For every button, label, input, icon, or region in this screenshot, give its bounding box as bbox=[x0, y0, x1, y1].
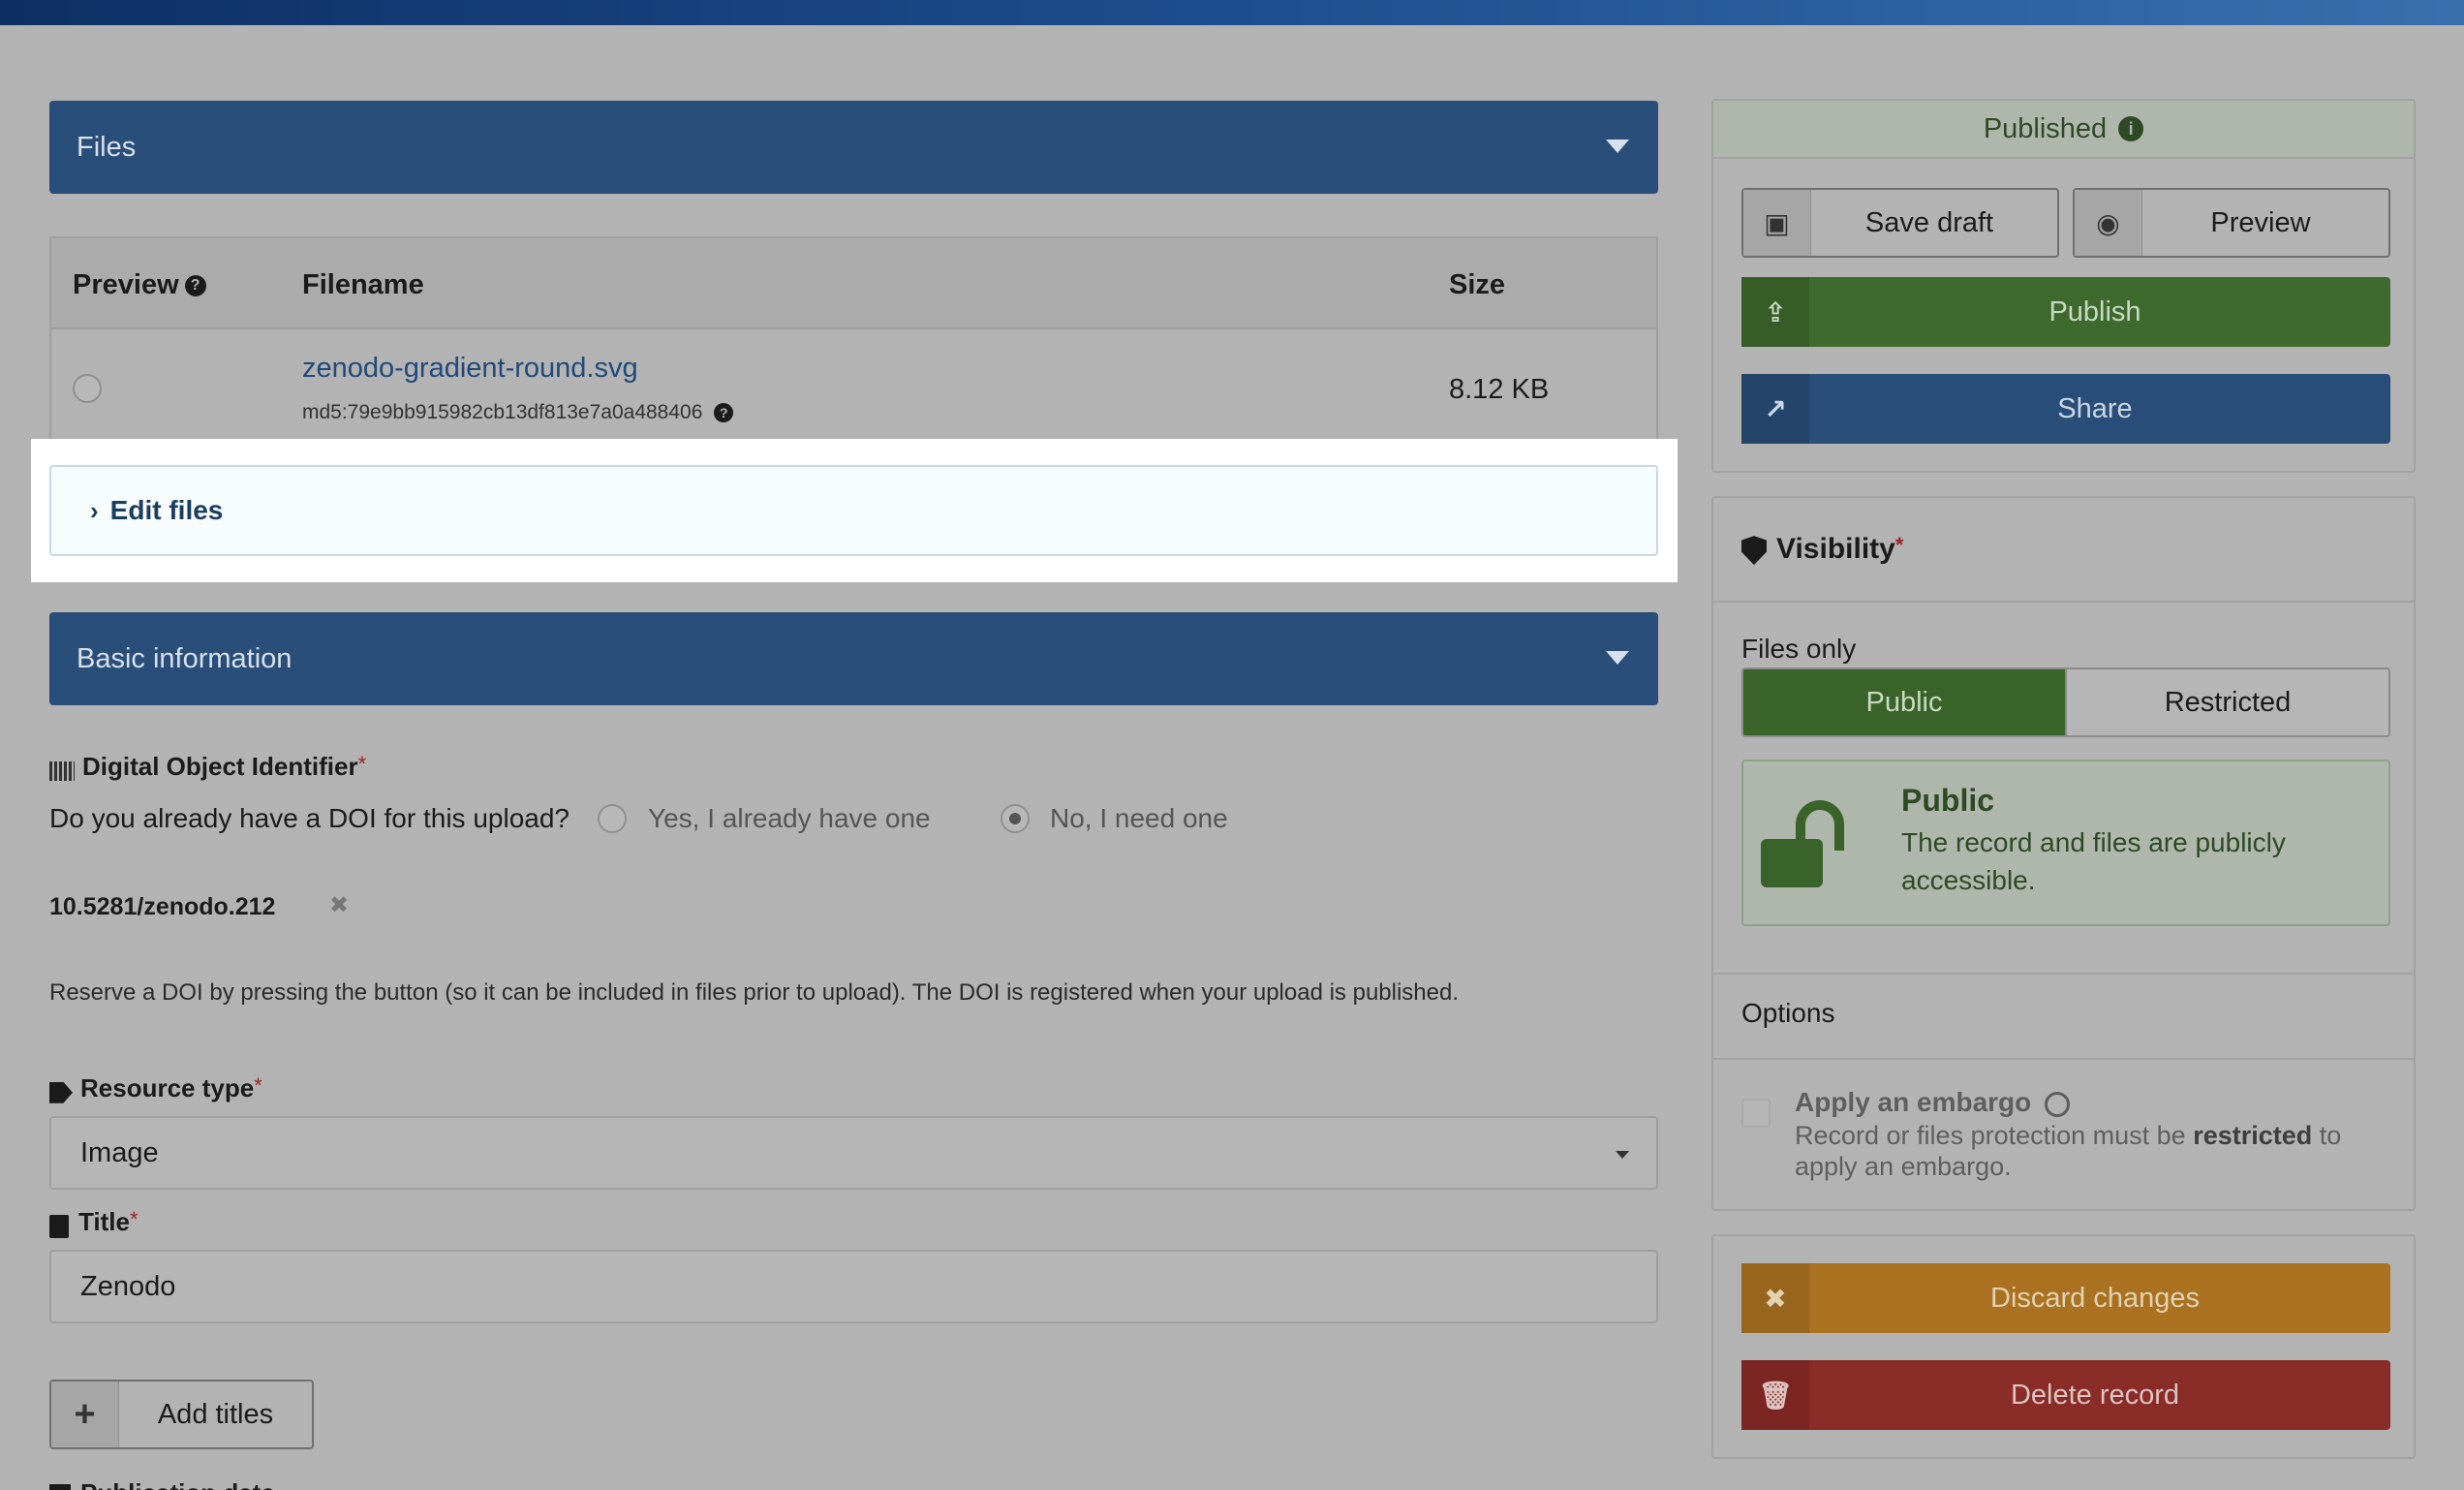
resource-type-select[interactable]: Image bbox=[49, 1116, 1658, 1190]
resource-type-value: Image bbox=[80, 1136, 159, 1168]
divider bbox=[1713, 601, 2414, 603]
embargo-title: Apply an embargo bbox=[1795, 1087, 2071, 1118]
title-label: Title* bbox=[49, 1207, 139, 1238]
embargo-description: Record or files protection must be restr… bbox=[1795, 1121, 2342, 1181]
preview-label: Preview bbox=[2210, 206, 2311, 238]
publish-button[interactable]: ⇪ Publish bbox=[1741, 277, 2390, 347]
options-label: Options bbox=[1741, 998, 1835, 1028]
share-label: Share bbox=[2057, 392, 2133, 424]
divider bbox=[1713, 973, 2414, 975]
delete-record-button[interactable]: 🗑 Delete record bbox=[1741, 1360, 2390, 1430]
share-icon: ↗ bbox=[1741, 374, 1809, 444]
question-circle-icon[interactable]: ? bbox=[184, 275, 206, 297]
calendar-icon bbox=[49, 1484, 71, 1490]
column-preview: Preview? bbox=[73, 269, 206, 301]
column-size: Size bbox=[1449, 269, 1506, 300]
chevron-right-icon: › bbox=[90, 495, 99, 525]
doi-help-text: Reserve a DOI by pressing the button (so… bbox=[49, 979, 1460, 1006]
resource-type-label: Resource type* bbox=[49, 1073, 262, 1103]
add-titles-label: Add titles bbox=[157, 1398, 274, 1430]
clock-icon bbox=[2045, 1091, 2071, 1117]
book-icon bbox=[49, 1214, 69, 1238]
public-info-box: Public The record and files are publicly… bbox=[1741, 760, 2390, 926]
preview-button[interactable]: ◉ Preview bbox=[2073, 188, 2390, 258]
basic-information-title: Basic information bbox=[77, 642, 293, 674]
edit-files-label: Edit files bbox=[109, 495, 224, 525]
record-actions-panel: ✖ Discard changes 🗑 Delete record bbox=[1711, 1234, 2416, 1459]
delete-label: Delete record bbox=[2010, 1379, 2180, 1411]
info-icon[interactable]: i bbox=[2118, 116, 2144, 141]
file-checksum: md5:79e9bb915982cb13df813e7a0a488406 ? bbox=[302, 401, 734, 424]
files-table-header: Preview? Filename Size bbox=[51, 238, 1656, 329]
actions-panel: Published i ▣ Save draft ◉ Preview ⇪ Pub… bbox=[1711, 99, 2416, 473]
title-input[interactable]: Zenodo bbox=[49, 1250, 1658, 1323]
question-circle-icon[interactable]: ? bbox=[714, 403, 734, 423]
publication-date-label: Publication date bbox=[49, 1478, 275, 1490]
title-value: Zenodo bbox=[80, 1270, 176, 1302]
visibility-title: Visibility* bbox=[1741, 533, 1903, 566]
caret-down-icon bbox=[1606, 140, 1629, 153]
files-accordion-header[interactable]: Files bbox=[49, 101, 1658, 194]
add-titles-button[interactable]: + Add titles bbox=[49, 1380, 314, 1449]
doi-yes-label[interactable]: Yes, I already have one bbox=[648, 803, 931, 834]
basic-information-accordion-header[interactable]: Basic information bbox=[49, 612, 1658, 705]
public-description: The record and files are publicly access… bbox=[1901, 827, 2286, 895]
save-draft-button[interactable]: ▣ Save draft bbox=[1741, 188, 2059, 258]
upload-icon: ⇪ bbox=[1741, 277, 1809, 347]
column-filename: Filename bbox=[302, 269, 424, 300]
visibility-panel: Visibility* Files only Public Restricted… bbox=[1711, 496, 2416, 1211]
doi-yes-radio[interactable] bbox=[598, 804, 627, 833]
file-size: 8.12 KB bbox=[1449, 374, 1550, 405]
shield-icon bbox=[1741, 536, 1767, 566]
doi-value: 10.5281/zenodo.212 bbox=[49, 893, 276, 920]
doi-label: Digital Object Identifier* bbox=[49, 752, 366, 782]
close-icon: ✖ bbox=[1741, 1263, 1809, 1333]
publish-label: Publish bbox=[2048, 295, 2141, 327]
divider bbox=[1713, 1058, 2414, 1060]
status-text: Published bbox=[1983, 112, 2108, 144]
barcode-icon bbox=[49, 761, 75, 781]
files-only-label: Files only bbox=[1741, 634, 1857, 664]
doi-no-label[interactable]: No, I need one bbox=[1050, 803, 1228, 834]
file-link[interactable]: zenodo-gradient-round.svg bbox=[302, 353, 638, 385]
plus-icon: + bbox=[51, 1381, 119, 1447]
tag-icon bbox=[49, 1081, 73, 1103]
close-icon[interactable]: ✖ bbox=[329, 891, 349, 919]
embargo-checkbox[interactable] bbox=[1741, 1099, 1771, 1128]
doi-no-radio[interactable] bbox=[1001, 804, 1030, 833]
caret-down-icon bbox=[1606, 651, 1629, 665]
doi-question: Do you already have a DOI for this uploa… bbox=[49, 803, 570, 833]
top-navigation-bar bbox=[0, 0, 2464, 25]
share-button[interactable]: ↗ Share bbox=[1741, 374, 2390, 444]
public-option[interactable]: Public bbox=[1743, 669, 2065, 735]
save-icon: ▣ bbox=[1743, 190, 1811, 256]
files-table: Preview? Filename Size zenodo-gradient-r… bbox=[49, 236, 1658, 455]
eye-icon: ◉ bbox=[2075, 190, 2142, 256]
discard-label: Discard changes bbox=[1990, 1282, 2200, 1314]
unlock-icon bbox=[1761, 800, 1854, 893]
restricted-option[interactable]: Restricted bbox=[2065, 669, 2388, 735]
preview-radio[interactable] bbox=[73, 374, 102, 403]
status-bar: Published i bbox=[1713, 101, 2414, 159]
trash-icon: 🗑 bbox=[1741, 1360, 1809, 1430]
caret-down-icon bbox=[1616, 1151, 1629, 1159]
edit-files-toggle[interactable]: › Edit files bbox=[49, 465, 1658, 556]
save-draft-label: Save draft bbox=[1864, 206, 1994, 238]
public-title: Public bbox=[1901, 783, 1995, 818]
discard-changes-button[interactable]: ✖ Discard changes bbox=[1741, 1263, 2390, 1333]
visibility-toggle: Public Restricted bbox=[1741, 667, 2390, 737]
files-accordion-title: Files bbox=[77, 131, 137, 163]
